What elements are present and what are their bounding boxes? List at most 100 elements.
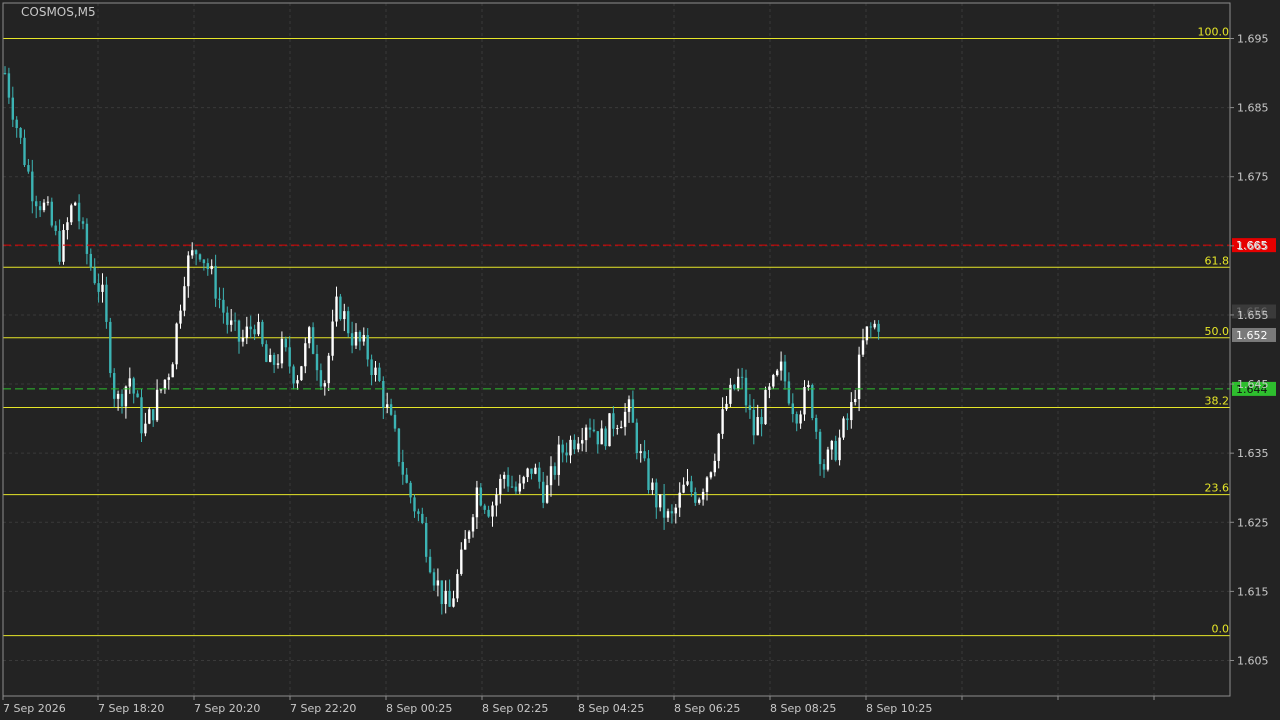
- x-tick-label: 8 Sep 04:25: [578, 702, 644, 715]
- candle-body-bull: [799, 414, 802, 424]
- candle-body-bull: [42, 202, 46, 211]
- candle-body-bear: [483, 505, 486, 510]
- candle-body-bear: [31, 171, 34, 202]
- candle-body-bull: [66, 222, 69, 231]
- candle-body-bull: [857, 354, 861, 400]
- candle-body-bull: [499, 478, 502, 495]
- candle-body-bear: [249, 326, 252, 330]
- candle-body-bear: [479, 487, 482, 506]
- candle-body-bear: [815, 418, 818, 432]
- price-chart[interactable]: 100.061.850.038.223.60.0 1.6561.6651.644…: [0, 0, 1280, 720]
- candle-body-bear: [530, 468, 533, 474]
- candle-body-bull: [581, 440, 584, 444]
- candle-body-bear: [818, 431, 822, 465]
- candle-body-bear: [417, 511, 420, 514]
- candle-body-bull: [620, 426, 623, 429]
- candle-body-bear: [752, 409, 755, 436]
- candle-body-bear: [783, 361, 787, 382]
- candle-body-bear: [378, 367, 381, 382]
- candle-body-bear: [834, 440, 837, 461]
- candle-body-bull: [686, 481, 689, 485]
- candle-body-bear: [89, 253, 92, 268]
- candle-body-bear: [27, 165, 30, 172]
- x-tick-label: 8 Sep 08:25: [770, 702, 836, 715]
- candle-body-bull: [276, 363, 280, 365]
- candle-body-bear: [7, 73, 11, 98]
- candle-body-bear: [237, 320, 241, 342]
- x-tick-label: 8 Sep 00:25: [386, 702, 452, 715]
- candle-body-bull: [600, 428, 603, 445]
- candle-body-bear: [421, 513, 424, 524]
- candle-body-bull: [545, 485, 549, 503]
- candle-body-bull: [331, 321, 334, 356]
- candle-body-bear: [643, 451, 646, 459]
- candle-body-bull: [327, 355, 330, 384]
- candle-body-bull: [764, 389, 767, 425]
- candle-body-bull: [159, 389, 163, 391]
- candle-body-bull: [721, 409, 724, 434]
- candle-body-bear: [635, 422, 638, 454]
- candle-body-bear: [81, 221, 85, 224]
- candle-body-bear: [311, 327, 315, 354]
- candle-body-bull: [74, 202, 77, 206]
- candle-body-bear: [405, 474, 408, 483]
- candle-body-bear: [382, 381, 385, 408]
- candle-body-bear: [136, 393, 139, 398]
- candle-body-bear: [596, 431, 599, 445]
- candle-body-bear: [284, 338, 287, 348]
- candle-body-bear: [795, 414, 798, 424]
- candle-body-bull: [865, 326, 869, 341]
- candle-body-bear: [140, 397, 143, 434]
- fibo-level-label: 23.6: [1205, 482, 1230, 495]
- candle-body-bull: [569, 439, 572, 456]
- candle-body-bear: [206, 263, 209, 270]
- candle-body-bear: [744, 377, 748, 406]
- candle-body-bull: [807, 384, 810, 388]
- candle-body-bull: [608, 413, 611, 447]
- y-tick-label: 1.695: [1237, 33, 1269, 46]
- candle-body-bull: [175, 323, 178, 365]
- candle-body-bear: [413, 497, 416, 512]
- candle-body-bull: [803, 387, 806, 415]
- candle-body-bear: [811, 384, 814, 419]
- candle-body-bull: [128, 378, 131, 387]
- candle-body-bear: [561, 444, 564, 453]
- candle-body-bull: [584, 427, 588, 441]
- candle-body-bull: [698, 499, 701, 503]
- candle-body-bear: [655, 482, 658, 508]
- candle-body-bull: [627, 399, 631, 412]
- candle-body-bull: [616, 428, 619, 430]
- candle-body-bull: [230, 320, 233, 325]
- candle-body-bull: [639, 451, 642, 454]
- y-tick-label: 1.645: [1237, 378, 1269, 391]
- candle-body-bull: [522, 477, 525, 484]
- candle-body-bear: [272, 354, 276, 365]
- candle-body-bull: [308, 327, 311, 344]
- candle-body-bull: [436, 580, 440, 586]
- symbol-title: COSMOS,M5: [21, 5, 96, 19]
- candle-body-bull: [674, 507, 677, 514]
- candle-body-bear: [846, 418, 849, 421]
- candle-body-bear: [292, 366, 295, 384]
- candle-body-bull: [577, 443, 580, 450]
- candle-body-bear: [109, 321, 112, 374]
- candle-body-bull: [850, 402, 853, 421]
- candle-body-bull: [374, 367, 377, 376]
- candle-body-bear: [132, 378, 135, 394]
- x-tick-label: 8 Sep 10:25: [866, 702, 932, 715]
- candle-body-bull: [682, 484, 685, 493]
- candle-body-bear: [409, 482, 412, 498]
- candle-body-bull: [257, 321, 260, 335]
- candle-body-bear: [194, 250, 198, 255]
- candle-body-bear: [425, 523, 428, 557]
- candle-body-bear: [647, 458, 650, 491]
- candle-body-bear: [565, 452, 568, 456]
- candle-body-bull: [779, 361, 783, 371]
- current-price-badge-text: 1.652: [1236, 329, 1268, 342]
- candle-body-bear: [740, 376, 744, 378]
- candle-body-bull: [46, 201, 50, 203]
- candle-body-bear: [670, 511, 674, 514]
- candle-body-bull: [163, 379, 167, 390]
- candle-body-bull: [241, 337, 245, 342]
- candle-body-bull: [854, 399, 857, 403]
